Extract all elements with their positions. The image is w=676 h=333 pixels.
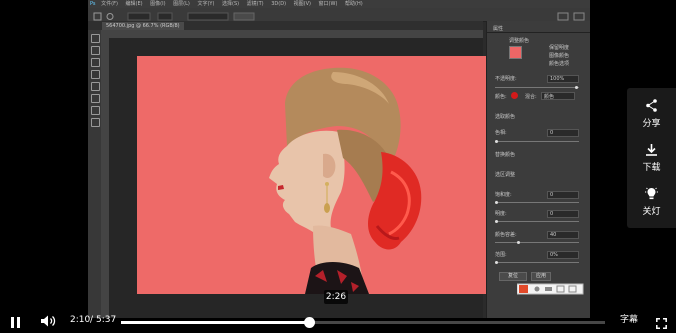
lasso-tool-icon [91,58,100,67]
lights-off-label: 关灯 [642,207,661,217]
share-label: 分享 [642,119,661,129]
range-label: 范围: [495,252,507,258]
ps-logo: Ps [90,1,96,7]
saturation-slider[interactable] [495,202,579,203]
subtitle-button[interactable]: 字幕 [620,314,638,326]
blend-label: 混合: [525,94,537,100]
download-icon [646,144,657,156]
ps-menu-item: 选择(S) [222,1,240,7]
total-time: 5:37 [96,315,117,325]
hue-field[interactable]: 0 [547,129,579,137]
share-button[interactable]: 分享 [627,94,676,136]
ps-menubar: Ps 文件(F) 编辑(E) 图像(I) 图层(L) 文字(Y) 选择(S) 滤… [88,0,590,8]
ps-menu-item: 帮助(H) [345,1,363,7]
ps-toolbar [88,30,101,318]
section-label: 选区调整 [495,172,516,178]
color-label: 颜色: [495,94,507,100]
range-slider[interactable] [495,262,579,263]
ps-tab-bar: 564700.jpg @ 66.7% (RGB/8) [88,21,483,30]
hue-slider-knob[interactable] [495,140,498,143]
fullscreen-icon [656,318,667,329]
ps-options-bar [88,8,590,22]
fuzziness-label: 颜色容差: [495,232,517,238]
panel-option: 图像颜色 [549,53,570,59]
pen-tool-icon [91,94,100,103]
color-swatch[interactable] [509,46,522,59]
panel-option: 保留明度 [549,45,570,51]
lightbulb-icon [645,187,658,200]
fuzziness-slider-knob[interactable] [517,241,520,244]
lights-off-button[interactable]: 关灯 [627,182,676,224]
blend-select[interactable]: 颜色 [541,92,575,100]
opacity-label: 不透明度: [495,76,517,82]
ps-menu-item: 文字(Y) [197,1,215,7]
download-label: 下载 [642,163,661,173]
download-button[interactable]: 下载 [627,138,676,180]
reset-button[interactable]: 复位 [499,272,527,281]
move-tool-icon [91,34,100,43]
panel-option: 颜色选项 [549,61,570,67]
ps-menu-item: 3D(D) [271,1,287,7]
ps-canvas [109,38,495,318]
time-separator: / [90,315,94,325]
ps-document-tab: 564700.jpg @ 66.7% (RGB/8) [102,22,184,30]
panel-title: 属性 [493,26,504,32]
ime-toolbar [517,283,584,295]
zoom-tool-icon [91,106,100,115]
hue-label: 色相: [495,130,507,136]
lightness-field[interactable]: 0 [547,210,579,218]
hover-time-tooltip: 2:26 [324,290,348,304]
progress-bar[interactable] [121,317,605,328]
opacity-slider[interactable] [495,87,579,88]
ps-menu-item: 编辑(E) [125,1,143,7]
marquee-tool-icon [91,46,100,55]
range-slider-knob[interactable] [495,261,498,264]
saturation-label: 饱和度: [495,192,512,198]
progress-thumb[interactable] [303,317,315,328]
player-control-bar: 2:10 / 5:37 字幕 [0,309,676,331]
fuzziness-field[interactable]: 40 [547,231,579,239]
brush-tool-icon [91,70,100,79]
volume-button[interactable] [40,313,58,327]
pause-button[interactable] [9,314,23,328]
ps-menu-item: 窗口(W) [318,1,338,7]
hand-tool-icon [91,118,100,127]
lightness-label: 明度: [495,211,507,217]
range-field[interactable]: 0% [547,251,579,259]
volume-icon [41,315,56,327]
ps-menu-item: 图像(I) [150,1,166,7]
share-icon [646,99,657,112]
current-time: 2:10 [70,315,91,325]
saturation-field[interactable]: 0 [547,191,579,199]
opacity-field[interactable]: 100% [547,75,579,83]
lightness-slider-knob[interactable] [495,220,498,223]
panel-radio-label: 调整颜色 [509,38,530,44]
ps-menu-item: 视图(V) [293,1,311,7]
color-dot[interactable] [511,92,518,99]
ps-ruler-left [101,38,109,318]
hue-slider[interactable] [495,141,579,142]
eraser-tool-icon [91,82,100,91]
portrait-illustration [137,56,495,294]
saturation-slider-knob[interactable] [495,201,498,204]
portrait-photo [137,56,495,294]
panel-divider [487,32,590,33]
lightness-slider[interactable] [495,221,579,222]
side-actions-panel: 分享 下载 关灯 [627,88,676,228]
apply-button[interactable]: 应用 [531,272,551,281]
progress-fill [121,321,309,324]
ps-properties-panel: 属性 调整颜色 保留明度 图像颜色 颜色选项 不透明度: 100% 颜色: 混合… [486,21,590,318]
opacity-slider-knob[interactable] [575,86,578,89]
ps-menu-item: 滤镜(T) [246,1,264,7]
section-label: 选取颜色 [495,114,516,120]
ps-menu-item: 文件(F) [101,1,118,7]
pause-icon [11,317,20,328]
ps-menu-item: 图层(L) [173,1,190,7]
fullscreen-button[interactable] [656,314,667,329]
section-label: 替换颜色 [495,152,516,158]
video-frame[interactable]: Ps 文件(F) 编辑(E) 图像(I) 图层(L) 文字(Y) 选择(S) 滤… [88,0,590,318]
fuzziness-slider[interactable] [495,242,579,243]
